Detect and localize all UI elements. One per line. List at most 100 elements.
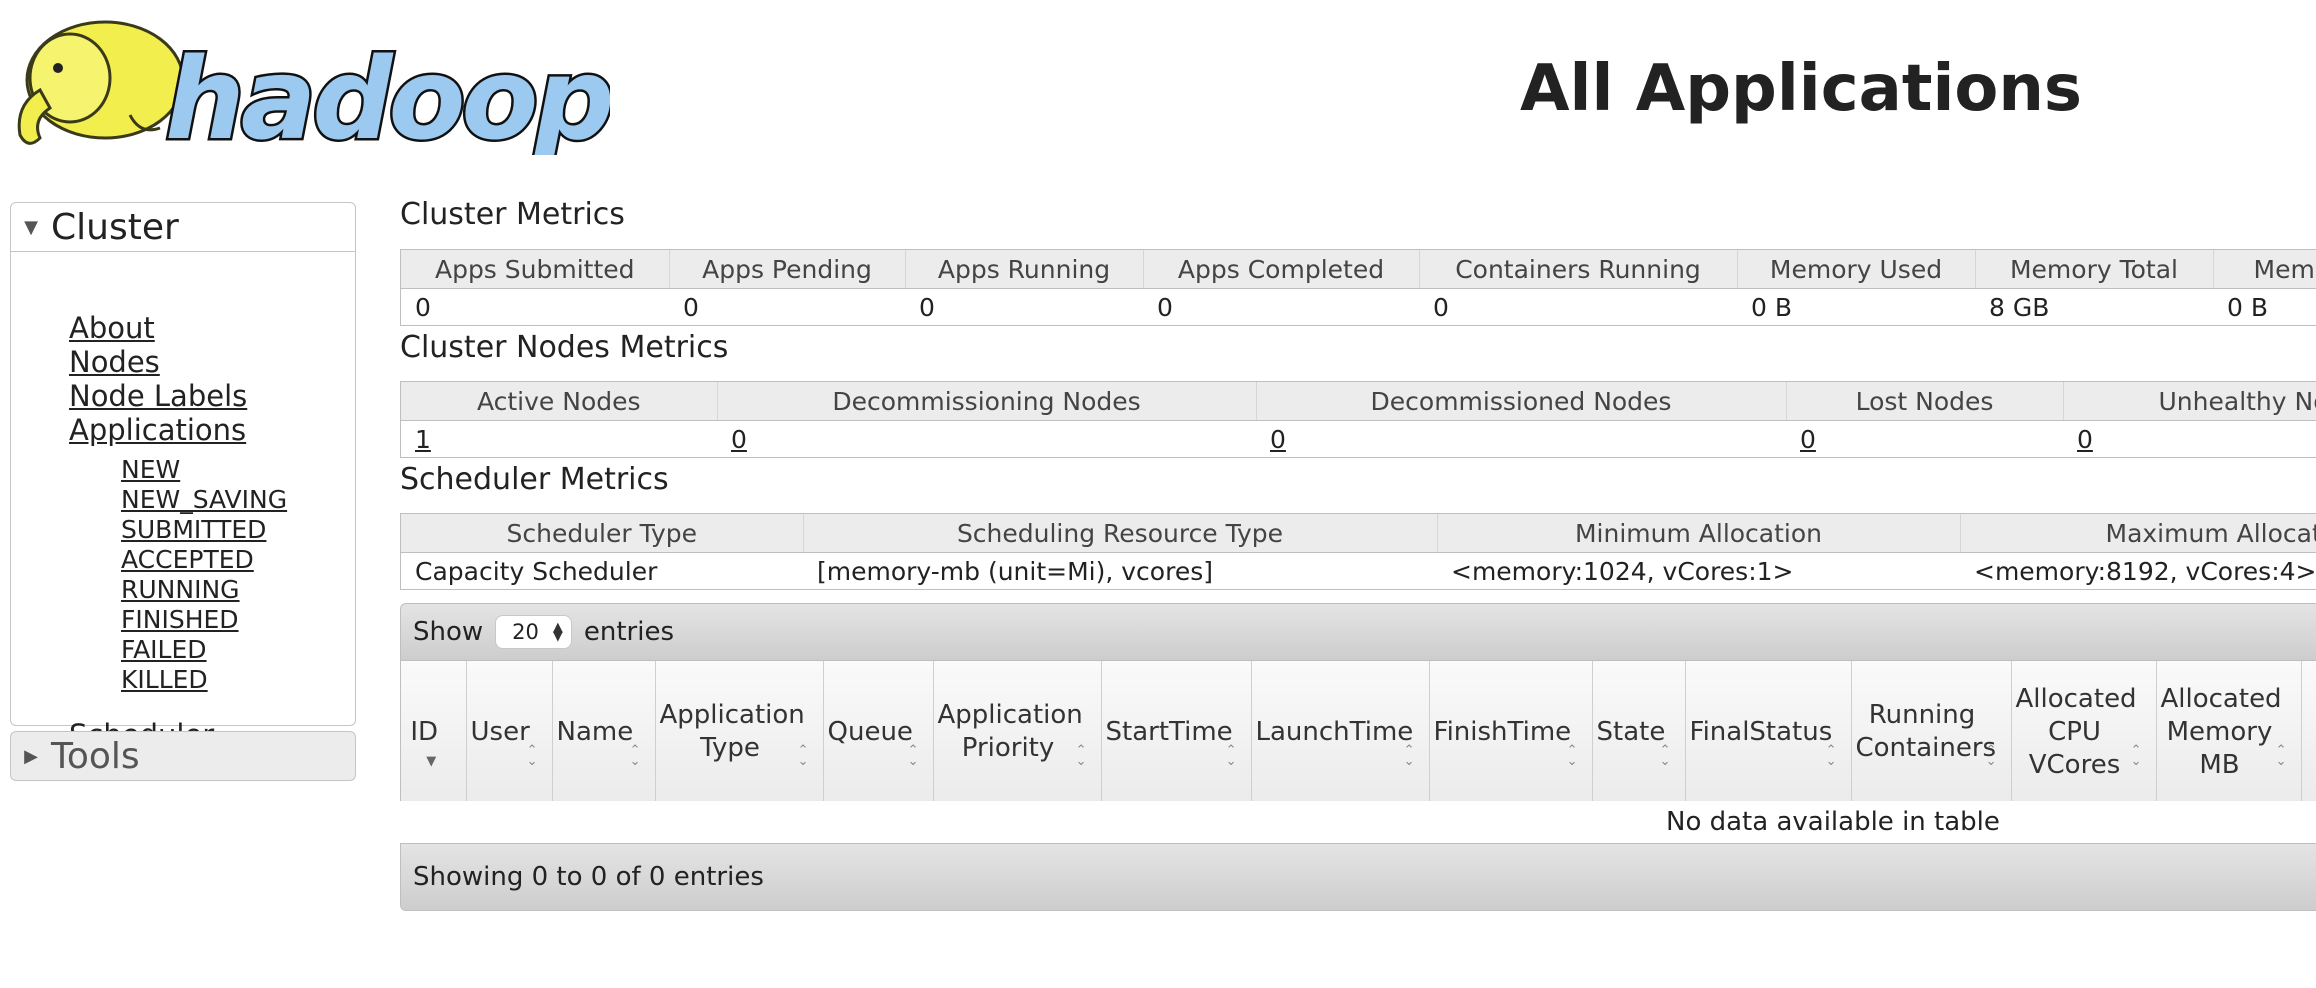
- maximum-allocation-value: <memory:8192, vCores:4>: [1960, 552, 2316, 589]
- nav-link-state-failed[interactable]: FAILED: [121, 635, 207, 664]
- column-header-final-status[interactable]: FinalStatus ⌃ ⌄: [1685, 661, 1852, 801]
- scheduler-metrics-header: Scheduler Type: [401, 514, 804, 553]
- nav-tools-section: ▶ Tools: [10, 731, 356, 781]
- sort-both-icon: ⌃ ⌄: [1075, 743, 1087, 769]
- column-header-line: Queue: [827, 716, 913, 747]
- column-header-finish-time[interactable]: FinishTime ⌃ ⌄: [1429, 661, 1593, 801]
- cluster-nodes-metrics-header: Active Nodes: [401, 382, 718, 421]
- column-header-reserved-cpu-vcores[interactable]: ReservedCPUVCores⌃⌄: [2301, 661, 2316, 801]
- scheduler-type-value: Capacity Scheduler: [401, 552, 803, 589]
- logo-text: hadoop: [165, 35, 610, 155]
- column-header-line: FinalStatus: [1689, 716, 1833, 747]
- cluster-nodes-metrics-header: Decommissioning Nodes: [717, 382, 1257, 421]
- nav-link-state-accepted[interactable]: ACCEPTED: [121, 545, 254, 574]
- active-nodes-link[interactable]: 1: [415, 425, 431, 454]
- cluster-metrics-header: Containers Running: [1419, 250, 1738, 289]
- cluster-metrics-value: 8 GB: [1975, 288, 2213, 325]
- column-header-line: User: [470, 716, 530, 747]
- column-header-application-priority[interactable]: Application Priority ⌃ ⌄: [933, 661, 1102, 801]
- empty-table-message: No data available in table: [1666, 807, 2000, 837]
- cluster-nodes-metrics-header: Lost Nodes: [1786, 382, 2064, 421]
- cluster-metrics-header: Memory Used: [1737, 250, 1976, 289]
- nav-tools-label: Tools: [51, 735, 140, 777]
- caret-down-icon: ▼: [24, 216, 38, 238]
- column-header-line: Type: [700, 733, 760, 763]
- column-header-id[interactable]: ID ▼: [401, 661, 467, 801]
- column-header-line: Memory: [2166, 716, 2273, 747]
- nav-cluster-section: ▼ Cluster About Nodes Node Labels Applic…: [10, 202, 356, 752]
- cluster-metrics-header: Apps Running: [905, 250, 1144, 289]
- column-header-line: FinishTime: [1433, 716, 1572, 747]
- column-header-label: ID: [405, 716, 462, 749]
- column-header-application-type[interactable]: Application Type ⌃ ⌄: [655, 661, 824, 801]
- nav-link-node-labels[interactable]: Node Labels: [69, 379, 247, 413]
- column-header-queue[interactable]: Queue ⌃ ⌄: [823, 661, 934, 801]
- scheduling-resource-type-value: [memory-mb (unit=Mi), vcores]: [803, 552, 1437, 589]
- cluster-nodes-metrics-table-wrap: Active Nodes Decommissioning Nodes Decom…: [400, 381, 2316, 458]
- lost-nodes-link[interactable]: 0: [1800, 425, 1816, 454]
- column-header-allocated-memory-mb[interactable]: Allocated Memory MB ⌃ ⌄: [2156, 661, 2302, 801]
- unhealthy-nodes-link[interactable]: 0: [2077, 425, 2093, 454]
- nav-link-nodes[interactable]: Nodes: [69, 345, 160, 379]
- page-size-select[interactable]: 20 ▲ ▼: [495, 615, 572, 649]
- column-header-user[interactable]: User ⌃ ⌄: [466, 661, 553, 801]
- decommissioning-nodes-link[interactable]: 0: [731, 425, 747, 454]
- column-header-label: Application Priority: [938, 699, 1097, 765]
- scheduler-metrics-header: Minimum Allocation: [1437, 514, 1961, 553]
- column-header-line: Containers: [1855, 733, 1997, 763]
- column-header-line: Priority: [961, 733, 1055, 763]
- nav-link-state-finished[interactable]: FINISHED: [121, 605, 239, 634]
- cluster-metrics-value: 0: [1419, 288, 1737, 325]
- sort-both-icon: ⌃ ⌄: [907, 743, 919, 769]
- apps-empty-row: No data available in table: [400, 803, 2316, 843]
- nav-cluster-header[interactable]: ▼ Cluster: [11, 203, 355, 252]
- hadoop-logo[interactable]: hadoop: [10, 10, 610, 155]
- cluster-nodes-metrics-header: Decommissioned Nodes: [1256, 382, 1787, 421]
- page-title: All Applications: [1520, 52, 2082, 126]
- sort-both-icon: ⌃ ⌄: [1985, 743, 1997, 769]
- caret-right-icon: ▶: [24, 745, 38, 767]
- cluster-metrics-value: 0 B: [1737, 288, 1975, 325]
- scheduler-metrics-table-wrap: Scheduler Type Scheduling Resource Type …: [400, 513, 2316, 590]
- decommissioned-nodes-link[interactable]: 0: [1270, 425, 1286, 454]
- nav-link-state-killed[interactable]: KILLED: [121, 665, 208, 694]
- column-header-allocated-cpu-vcores[interactable]: Allocated CPU VCores ⌃ ⌄: [2011, 661, 2157, 801]
- sort-both-icon: ⌃ ⌄: [797, 743, 809, 769]
- cluster-metrics-header: Memory Reserved: [2213, 250, 2316, 289]
- column-header-label: LaunchTime: [1256, 716, 1425, 749]
- nav-link-applications[interactable]: Applications: [69, 413, 246, 447]
- column-header-label: Application Type: [660, 699, 819, 765]
- table-info: Showing 0 to 0 of 0 entries: [413, 862, 764, 892]
- cluster-metrics-header: Apps Pending: [669, 250, 906, 289]
- sort-both-icon: ⌃ ⌄: [2130, 743, 2142, 769]
- column-header-line: StartTime: [1105, 716, 1233, 747]
- scheduler-metrics-header: Scheduling Resource Type: [803, 514, 1438, 553]
- nav-link-state-submitted[interactable]: SUBMITTED: [121, 515, 266, 544]
- column-header-line: CPU: [2048, 716, 2101, 747]
- column-header-name[interactable]: Name ⌃ ⌄: [552, 661, 656, 801]
- sort-both-icon: ⌃ ⌄: [1225, 743, 1237, 769]
- column-header-line: State: [1596, 716, 1666, 747]
- column-header-running-containers[interactable]: Running Containers ⌃ ⌄: [1851, 661, 2012, 801]
- apps-table-toolbar: Show 20 ▲ ▼ entries: [400, 603, 2316, 661]
- scheduler-metrics-header: Maximum Allocation: [1960, 514, 2316, 553]
- column-header-line: LaunchTime: [1255, 716, 1414, 747]
- column-header-start-time[interactable]: StartTime ⌃ ⌄: [1101, 661, 1252, 801]
- cluster-nodes-metrics-title: Cluster Nodes Metrics: [400, 330, 729, 365]
- scheduler-metrics-table: Scheduler Type Scheduling Resource Type …: [401, 514, 2316, 589]
- sort-desc-icon: ▼: [426, 754, 437, 769]
- sort-both-icon: ⌃ ⌄: [526, 743, 538, 769]
- nav-link-state-running[interactable]: RUNNING: [121, 575, 240, 604]
- nav-link-state-new-saving[interactable]: NEW_SAVING: [121, 485, 287, 514]
- nav-tools-header[interactable]: ▶ Tools: [11, 732, 355, 780]
- sort-both-icon: ⌃ ⌄: [1566, 743, 1578, 769]
- column-header-line: Allocated: [2160, 683, 2282, 714]
- nav-link-about[interactable]: About: [69, 311, 155, 345]
- column-header-launch-time[interactable]: LaunchTime ⌃ ⌄: [1251, 661, 1430, 801]
- column-header-line: Application: [659, 700, 805, 730]
- minimum-allocation-value: <memory:1024, vCores:1>: [1437, 552, 1960, 589]
- apps-table-wrap: ID ▼ User ⌃ ⌄ Name ⌃ ⌄ Application Type ⌃ ⌄ Queue ⌃ ⌄ A…: [400, 661, 2316, 801]
- column-header-label: ReservedCPUVCores: [2306, 683, 2316, 782]
- column-header-state[interactable]: State ⌃ ⌄: [1592, 661, 1686, 801]
- nav-link-state-new[interactable]: NEW: [121, 455, 180, 484]
